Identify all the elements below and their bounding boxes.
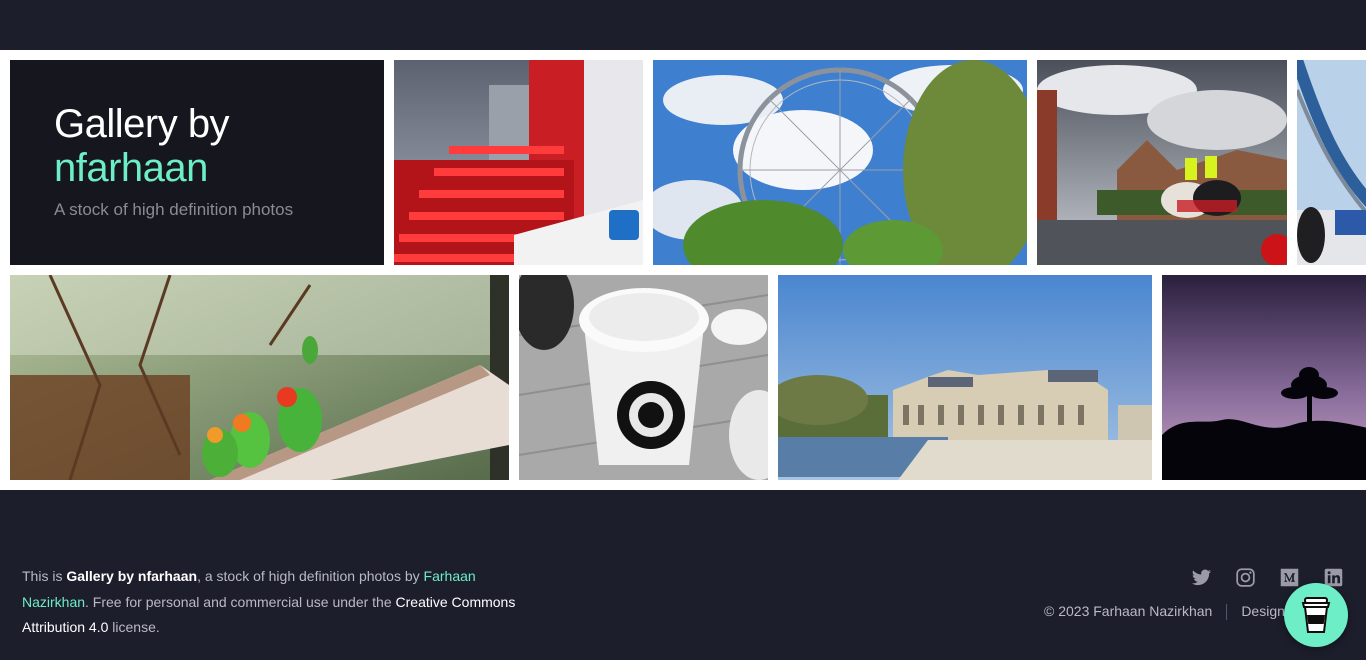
hero-title-accent: nfarhaan [54, 146, 208, 190]
footer-site-name: Gallery by nfarhaan [66, 568, 198, 584]
buy-me-a-coffee-button[interactable] [1284, 583, 1348, 647]
copyright-row: © 2023 Farhaan Nazirkhan Design: [1044, 603, 1289, 621]
footer-text-after-author: . Free for personal and commercial use u… [85, 593, 396, 610]
photo-mounted-police[interactable] [1037, 60, 1287, 265]
medium-link[interactable] [1279, 567, 1300, 588]
photo-coffee-cup[interactable] [519, 275, 768, 480]
instagram-icon [1236, 568, 1255, 587]
gallery-hero-card: Gallery by nfarhaan A stock of high defi… [10, 60, 384, 265]
photo-lovebirds[interactable] [10, 275, 509, 480]
photo-bridge[interactable] [1297, 60, 1366, 265]
hero-title: Gallery by nfarhaan [54, 102, 230, 190]
footer-text-mid: , a stock of high definition photos by [197, 568, 424, 584]
copyright-text: © 2023 Farhaan Nazirkhan [1044, 603, 1213, 619]
photo-london-eye[interactable] [653, 60, 1027, 265]
footer-text-prefix: This is [22, 568, 67, 584]
medium-icon [1280, 568, 1299, 587]
twitter-link[interactable] [1191, 567, 1212, 588]
design-credit-label: Design: [1241, 603, 1289, 619]
site-footer: This is Gallery by nfarhaan, a stock of … [0, 490, 1366, 660]
coffee-cup-icon [1301, 597, 1331, 633]
photo-red-building[interactable] [394, 60, 643, 265]
instagram-link[interactable] [1235, 567, 1256, 588]
footer-text-suffix: license. [108, 619, 160, 635]
twitter-icon [1191, 569, 1212, 586]
top-bar [0, 0, 1366, 50]
photo-gallery: Gallery by nfarhaan A stock of high defi… [0, 50, 1366, 490]
hero-title-line1: Gallery by [54, 102, 230, 146]
photo-palm-silhouette[interactable] [1162, 275, 1366, 480]
photo-palace[interactable] [778, 275, 1152, 480]
copyright-separator [1226, 604, 1228, 621]
footer-description: This is Gallery by nfarhaan, a stock of … [22, 564, 522, 641]
hero-subtitle: A stock of high definition photos [54, 200, 294, 219]
